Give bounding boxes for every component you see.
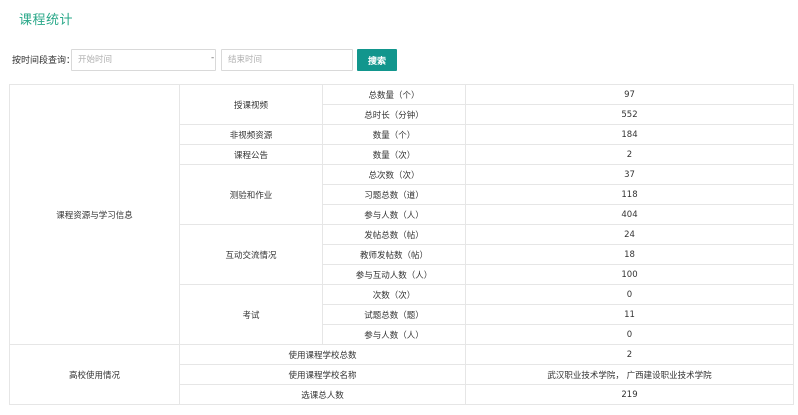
metric-value: 2 (465, 144, 794, 165)
category-video: 授课视频 (179, 84, 323, 125)
end-time-input[interactable] (221, 49, 353, 71)
metric-value: 2 (465, 344, 794, 365)
metric-value: 552 (465, 104, 794, 125)
category-homework: 测验和作业 (179, 164, 323, 225)
category-discussion: 互动交流情况 (179, 224, 323, 285)
course-stats-table: 课程资源与学习信息 授课视频 总数量（个） 97 总时长（分钟） 552 非视频… (9, 84, 794, 405)
metric-label: 总次数（次） (322, 164, 466, 185)
metric-value: 0 (465, 284, 794, 305)
range-separator: - (211, 53, 215, 63)
search-label: 按时间段查询： (12, 56, 76, 66)
metric-label: 教师发帖数（帖） (322, 244, 466, 265)
category-notice: 课程公告 (179, 144, 323, 165)
metric-label: 使用课程学校总数 (179, 344, 466, 365)
metric-label: 总数量（个） (322, 84, 466, 105)
metric-label: 使用课程学校名称 (179, 364, 466, 385)
metric-label: 次数（次） (322, 284, 466, 305)
search-bar: 按时间段查询： - 搜索 (12, 49, 412, 71)
metric-label: 总时长（分钟） (322, 104, 466, 125)
metric-label: 发帖总数（帖） (322, 224, 466, 245)
metric-value: 118 (465, 184, 794, 205)
metric-label: 参与人数（人） (322, 324, 466, 345)
table-row: 高校使用情况 使用课程学校总数 2 (9, 344, 794, 405)
metric-label: 数量（次） (322, 144, 466, 165)
metric-value: 18 (465, 244, 794, 265)
metric-label: 试题总数（题） (322, 304, 466, 325)
section-resources-cell: 课程资源与学习信息 (9, 84, 180, 345)
metric-value: 0 (465, 324, 794, 345)
metric-label: 数量（个） (322, 124, 466, 145)
start-time-input[interactable] (71, 49, 216, 71)
metric-value: 武汉职业技术学院， 广西建设职业技术学院 (465, 364, 794, 385)
metric-label: 习题总数（道） (322, 184, 466, 205)
section-school-cell: 高校使用情况 (9, 344, 180, 405)
metric-value: 37 (465, 164, 794, 185)
table-row: 课程资源与学习信息 授课视频 总数量（个） 97 (9, 84, 794, 345)
search-button[interactable]: 搜索 (357, 49, 397, 71)
metric-value: 184 (465, 124, 794, 145)
page-title: 课程统计 (19, 13, 74, 28)
metric-value: 24 (465, 224, 794, 245)
metric-value: 219 (465, 384, 794, 405)
metric-label: 参与人数（人） (322, 204, 466, 225)
metric-value: 97 (465, 84, 794, 105)
metric-label: 参与互动人数（人） (322, 264, 466, 285)
category-nonvideo: 非视频资源 (179, 124, 323, 145)
metric-value: 404 (465, 204, 794, 225)
metric-value: 11 (465, 304, 794, 325)
metric-label: 选课总人数 (179, 384, 466, 405)
category-exam: 考试 (179, 284, 323, 345)
metric-value: 100 (465, 264, 794, 285)
